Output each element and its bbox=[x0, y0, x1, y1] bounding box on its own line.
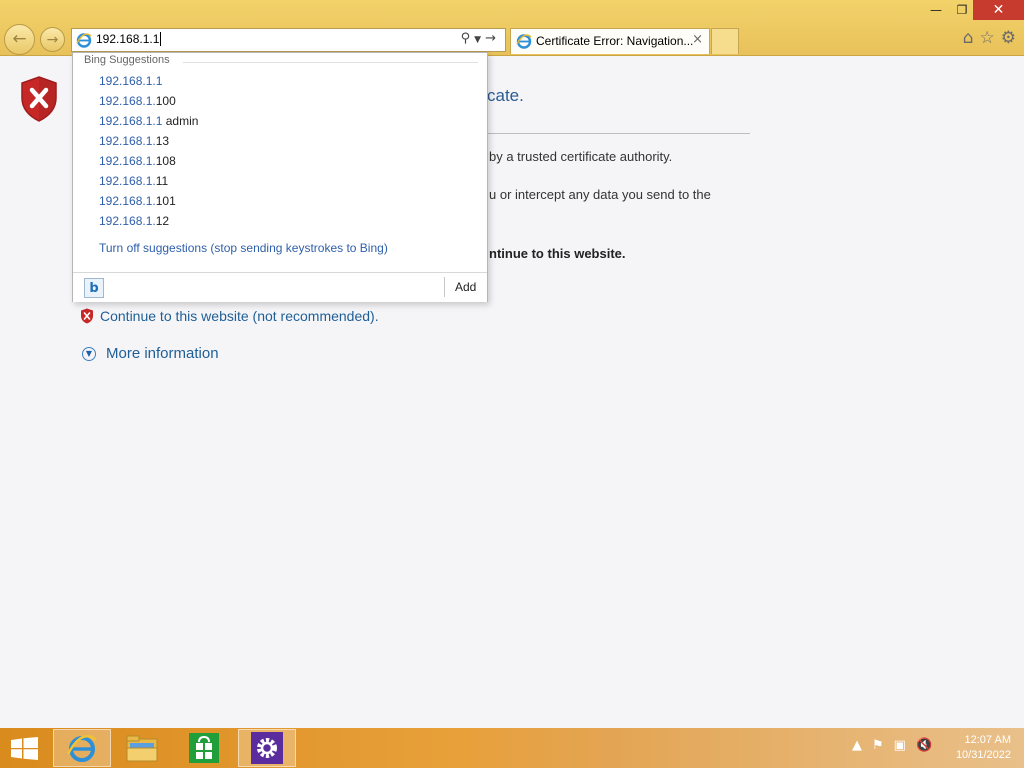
settings-gear-icon bbox=[251, 732, 283, 764]
tools-gear-icon[interactable]: ⚙ bbox=[1001, 28, 1016, 48]
back-button[interactable]: ← bbox=[4, 24, 35, 55]
go-arrow-icon[interactable]: → bbox=[485, 31, 500, 46]
shield-error-small-icon bbox=[81, 308, 93, 324]
suggestion-item[interactable]: 192.168.1.108 bbox=[99, 153, 198, 173]
search-provider-bar: b Add bbox=[73, 272, 487, 302]
search-icon[interactable]: ⚲ bbox=[461, 31, 475, 46]
suggestion-item[interactable]: 192.168.1.1 bbox=[99, 73, 198, 93]
suggestion-item[interactable]: 192.168.1.13 bbox=[99, 133, 198, 153]
tab-title: Certificate Error: Navigation... bbox=[536, 34, 694, 48]
text-caret bbox=[160, 32, 162, 46]
close-window-button[interactable]: ✕ bbox=[973, 0, 1024, 20]
ie-logo-icon bbox=[76, 33, 92, 48]
continue-row[interactable]: Continue to this website (not recommende… bbox=[80, 308, 379, 324]
suggestions-list: 192.168.1.1 192.168.1.100 192.168.1.1 ad… bbox=[99, 73, 198, 233]
taskbar-clock[interactable]: 12:07 AM 10/31/2022 bbox=[956, 733, 1011, 763]
suggestions-dropdown: Bing Suggestions 192.168.1.1 192.168.1.1… bbox=[72, 52, 488, 302]
error-text-line: by a trusted certificate authority. bbox=[489, 149, 673, 164]
favorites-star-icon[interactable]: ☆ bbox=[980, 28, 995, 48]
system-tray: ▲ ⚑ ▣ 🔇 bbox=[852, 738, 932, 753]
more-information-row[interactable]: ▼ More information bbox=[82, 345, 219, 362]
suggestion-item[interactable]: 192.168.1.100 bbox=[99, 93, 198, 113]
tab-close-icon[interactable]: × bbox=[692, 32, 703, 47]
bing-logo-icon[interactable]: b bbox=[84, 278, 104, 298]
taskbar-internet-explorer[interactable] bbox=[53, 729, 111, 767]
shield-error-icon bbox=[21, 76, 57, 122]
folder-icon bbox=[126, 735, 158, 762]
suggestions-header-divider bbox=[183, 62, 478, 63]
continue-link[interactable]: Continue to this website (not recommende… bbox=[100, 308, 379, 324]
forward-arrow-icon: → bbox=[46, 31, 59, 48]
address-value: 192.168.1.1 bbox=[96, 32, 160, 46]
taskbar-store[interactable] bbox=[175, 729, 233, 767]
forward-button[interactable]: → bbox=[40, 27, 65, 52]
chevron-down-icon: ▼ bbox=[82, 346, 96, 361]
add-provider-button[interactable]: Add bbox=[455, 280, 476, 294]
suggestion-item[interactable]: 192.168.1.1 admin bbox=[99, 113, 198, 133]
address-input[interactable]: 192.168.1.1 bbox=[96, 32, 162, 46]
windows-start-icon[interactable] bbox=[11, 737, 38, 760]
more-information-link[interactable]: More information bbox=[106, 345, 219, 362]
clock-time: 12:07 AM bbox=[964, 734, 1011, 746]
error-text-line: u or intercept any data you send to the bbox=[489, 187, 711, 202]
footer-divider bbox=[444, 277, 445, 297]
back-arrow-icon: ← bbox=[12, 29, 27, 49]
action-center-flag-icon[interactable]: ⚑ bbox=[872, 738, 884, 753]
address-bar[interactable]: 192.168.1.1 ⚲▼→ bbox=[71, 28, 506, 52]
recommendation-text: ntinue to this website. bbox=[489, 246, 626, 261]
ie-logo-icon bbox=[516, 34, 532, 49]
taskbar-file-explorer[interactable] bbox=[113, 729, 171, 767]
volume-muted-icon[interactable]: 🔇 bbox=[916, 738, 932, 753]
network-icon[interactable]: ▣ bbox=[894, 738, 906, 753]
new-tab-button[interactable] bbox=[711, 28, 739, 54]
turn-off-suggestions-link[interactable]: Turn off suggestions (stop sending keyst… bbox=[99, 241, 388, 255]
browser-toolbar: ⌂ ☆ ⚙ bbox=[963, 28, 1016, 48]
tab-certificate-error[interactable]: Certificate Error: Navigation... × bbox=[510, 28, 710, 54]
suggestion-item[interactable]: 192.168.1.11 bbox=[99, 173, 198, 193]
ie-logo-icon bbox=[66, 735, 97, 762]
show-hidden-icons-icon[interactable]: ▲ bbox=[852, 738, 862, 753]
suggestion-item[interactable]: 192.168.1.101 bbox=[99, 193, 198, 213]
taskbar-settings[interactable] bbox=[238, 729, 296, 767]
suggestions-header: Bing Suggestions bbox=[84, 54, 170, 66]
clock-date: 10/31/2022 bbox=[955, 749, 1011, 761]
heading-divider bbox=[487, 133, 750, 134]
home-icon[interactable]: ⌂ bbox=[963, 28, 974, 48]
page-title: cate. bbox=[487, 86, 524, 105]
taskbar: ▲ ⚑ ▣ 🔇 12:07 AM 10/31/2022 bbox=[0, 728, 1024, 768]
dropdown-icon[interactable]: ▼ bbox=[474, 35, 485, 45]
store-icon bbox=[189, 733, 219, 763]
suggestion-item[interactable]: 192.168.1.12 bbox=[99, 213, 198, 233]
